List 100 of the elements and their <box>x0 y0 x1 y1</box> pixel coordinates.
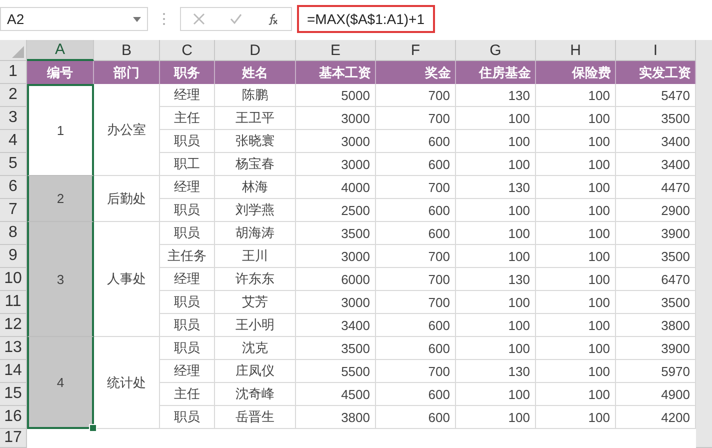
table-cell: 办公室 <box>94 84 160 176</box>
row-header[interactable]: 14 <box>0 360 27 383</box>
column-header[interactable]: E <box>296 40 376 61</box>
column-header[interactable]: C <box>160 40 215 61</box>
table-cell: 王川 <box>215 245 296 268</box>
row-header[interactable]: 15 <box>0 383 27 406</box>
table-cell: 职员 <box>160 337 215 360</box>
table-cell: 3500 <box>616 245 696 268</box>
column-header[interactable]: I <box>616 40 696 61</box>
row-header[interactable]: 6 <box>0 176 27 199</box>
table-cell: 700 <box>376 360 456 383</box>
header-cell: 姓名 <box>215 61 296 84</box>
table-cell: 130 <box>456 268 536 291</box>
table-cell: 100 <box>536 153 616 176</box>
table-cell: 5500 <box>296 360 376 383</box>
row-header[interactable]: 17 <box>0 429 27 448</box>
table-cell: 600 <box>376 314 456 337</box>
header-cell: 实发工资 <box>616 61 696 84</box>
row-header[interactable]: 2 <box>0 84 27 107</box>
table-cell: 100 <box>536 107 616 130</box>
table-cell: 职员 <box>160 314 215 337</box>
table-cell: 600 <box>376 199 456 222</box>
table-cell: 2500 <box>296 199 376 222</box>
table-cell: 3900 <box>616 337 696 360</box>
row-header[interactable]: 4 <box>0 130 27 153</box>
table-cell: 4900 <box>616 383 696 406</box>
header-cell: 奖金 <box>376 61 456 84</box>
table-cell: 6470 <box>616 268 696 291</box>
table-cell: 700 <box>376 107 456 130</box>
table-cell: 林海 <box>215 176 296 199</box>
table-cell: 700 <box>376 176 456 199</box>
table-cell: 100 <box>456 291 536 314</box>
row-header[interactable]: 1 <box>0 61 27 84</box>
table-cell: 3400 <box>296 314 376 337</box>
table-cell: 经理 <box>160 360 215 383</box>
column-header[interactable]: D <box>215 40 296 61</box>
table-cell: 主任务 <box>160 245 215 268</box>
table-cell: 张晓寰 <box>215 130 296 153</box>
table-cell: 100 <box>536 314 616 337</box>
row-header[interactable]: 13 <box>0 337 27 360</box>
table-cell: 100 <box>456 314 536 337</box>
table-cell: 100 <box>536 84 616 107</box>
column-header[interactable]: A <box>27 40 94 61</box>
table-cell: 3500 <box>296 337 376 360</box>
row-header[interactable]: 16 <box>0 406 27 429</box>
header-cell: 职务 <box>160 61 215 84</box>
column-header[interactable]: G <box>456 40 536 61</box>
table-cell: 4000 <box>296 176 376 199</box>
row-header[interactable]: 8 <box>0 222 27 245</box>
table-cell: 职员 <box>160 222 215 245</box>
table-cell: 胡海涛 <box>215 222 296 245</box>
table-cell: 职员 <box>160 130 215 153</box>
name-box[interactable]: A2 <box>0 7 148 31</box>
table-cell: 3000 <box>296 107 376 130</box>
table-cell: 100 <box>456 383 536 406</box>
table-cell: 3900 <box>616 222 696 245</box>
column-header[interactable]: H <box>536 40 616 61</box>
table-cell: 600 <box>376 406 456 429</box>
table-cell: 100 <box>456 130 536 153</box>
row-header[interactable]: 3 <box>0 107 27 130</box>
table-cell: 600 <box>376 383 456 406</box>
table-cell: 100 <box>536 383 616 406</box>
table-cell: 主任 <box>160 383 215 406</box>
table-cell: 700 <box>376 245 456 268</box>
table-cell: 刘学燕 <box>215 199 296 222</box>
column-header[interactable]: F <box>376 40 456 61</box>
table-cell: 3400 <box>616 153 696 176</box>
header-cell: 编号 <box>27 61 94 84</box>
table-cell: 100 <box>536 245 616 268</box>
table-cell: 3500 <box>296 222 376 245</box>
table-cell: 700 <box>376 291 456 314</box>
table-cell: 100 <box>456 222 536 245</box>
table-cell: 3800 <box>296 406 376 429</box>
function-icon[interactable] <box>266 13 279 25</box>
table-cell: 100 <box>456 199 536 222</box>
table-cell: 后勤处 <box>94 176 160 222</box>
table-cell: 3500 <box>616 107 696 130</box>
table-cell: 100 <box>536 199 616 222</box>
table-cell: 杨宝春 <box>215 153 296 176</box>
table-cell: 经理 <box>160 268 215 291</box>
header-cell: 住房基金 <box>456 61 536 84</box>
fill-handle[interactable] <box>89 424 97 432</box>
row-header[interactable]: 11 <box>0 291 27 314</box>
select-all-corner[interactable] <box>0 40 27 61</box>
table-cell: 3 <box>27 222 94 337</box>
column-header[interactable]: B <box>94 40 160 61</box>
table-cell: 王小明 <box>215 314 296 337</box>
table-cell: 100 <box>536 222 616 245</box>
row-header[interactable]: 12 <box>0 314 27 337</box>
table-cell: 3800 <box>616 314 696 337</box>
row-header[interactable]: 5 <box>0 153 27 176</box>
row-header[interactable]: 7 <box>0 199 27 222</box>
triangle-icon <box>12 46 24 58</box>
table-cell: 700 <box>376 84 456 107</box>
table-cell: 王卫平 <box>215 107 296 130</box>
table-cell: 700 <box>376 268 456 291</box>
cancel-icon[interactable] <box>193 13 206 25</box>
check-icon[interactable] <box>230 13 242 25</box>
row-header[interactable]: 10 <box>0 268 27 291</box>
row-header[interactable]: 9 <box>0 245 27 268</box>
